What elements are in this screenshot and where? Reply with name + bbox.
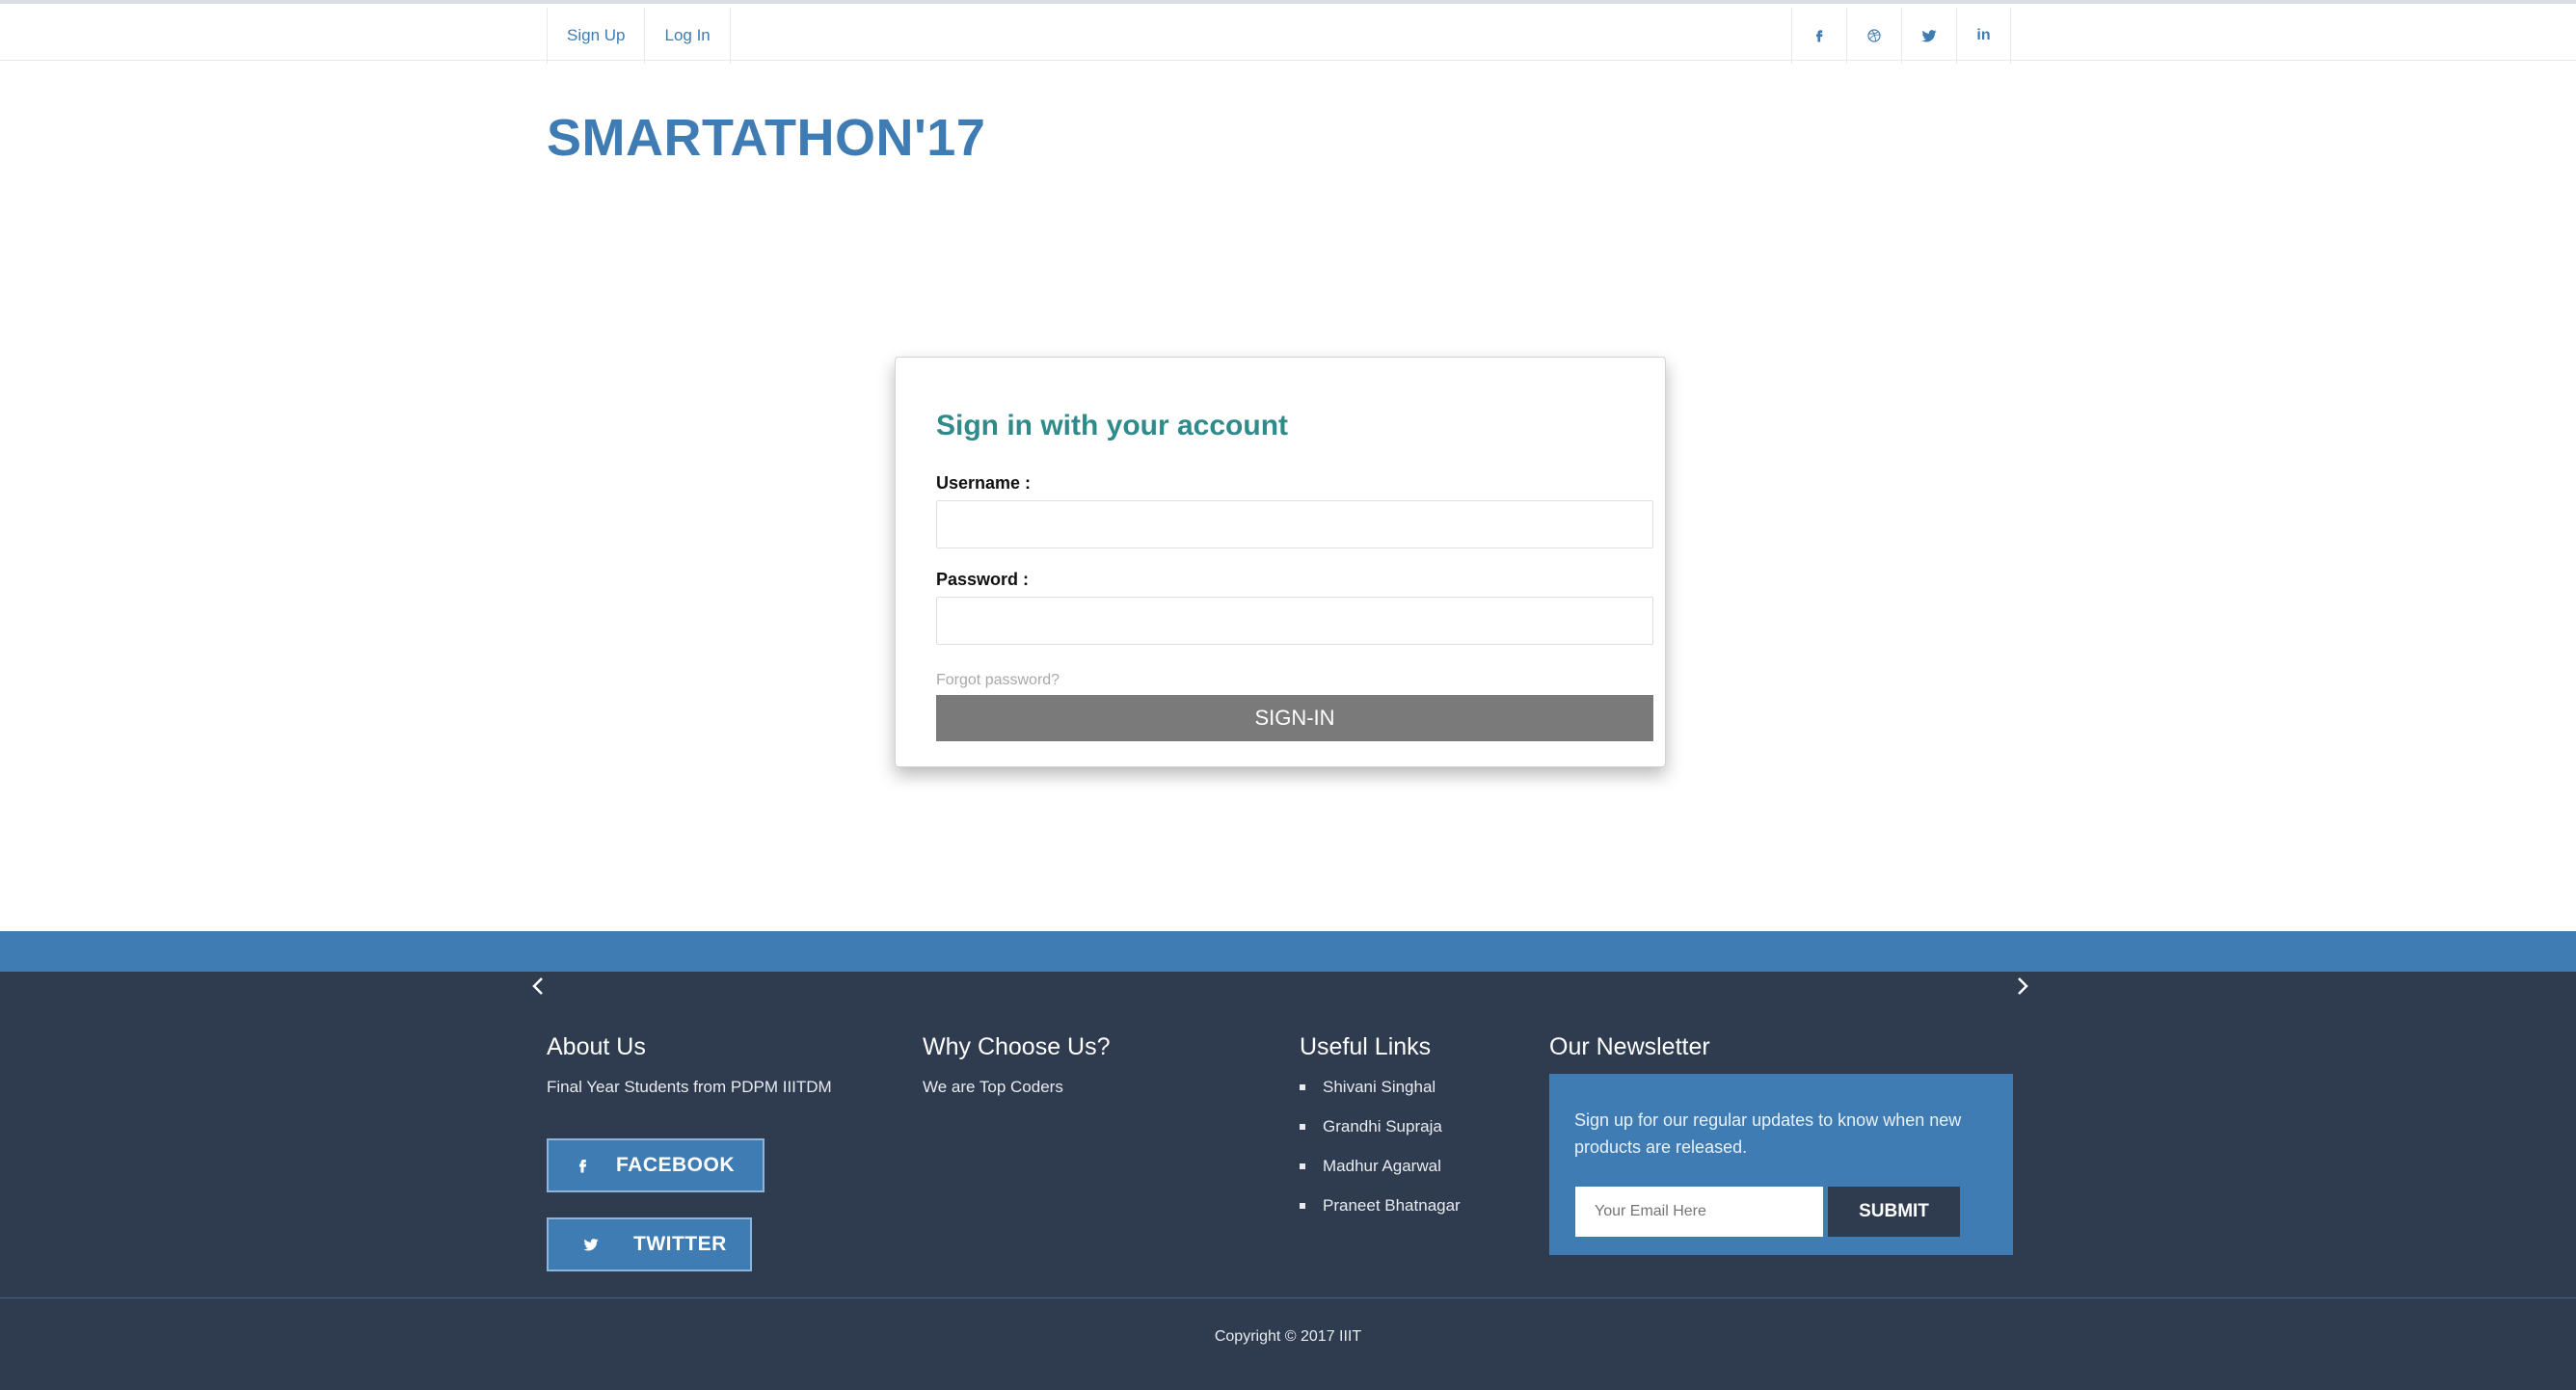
signup-link[interactable]: Sign Up xyxy=(547,8,644,64)
useful-links-list: Shivani Singhal Grandhi Supraja Madhur A… xyxy=(1300,1078,1461,1236)
twitter-button[interactable]: TWITTER xyxy=(547,1217,752,1271)
useful-link[interactable]: Praneet Bhatnagar xyxy=(1300,1196,1461,1236)
facebook-button[interactable]: FACEBOOK xyxy=(547,1138,765,1192)
carousel-prev[interactable] xyxy=(523,972,552,1001)
footer-divider xyxy=(0,1297,2576,1298)
top-nav: Sign Up Log In xyxy=(547,8,731,64)
social-links: in xyxy=(1791,8,2011,64)
why-text: We are Top Coders xyxy=(923,1078,1063,1096)
carousel-next[interactable] xyxy=(2008,972,2037,1001)
facebook-link[interactable] xyxy=(1791,8,1846,64)
twitter-icon xyxy=(1921,30,1937,42)
newsletter-submit-button[interactable]: SUBMIT xyxy=(1828,1187,1960,1237)
facebook-button-label: FACEBOOK xyxy=(616,1154,736,1176)
dribbble-link[interactable] xyxy=(1846,8,1901,64)
newsletter-email-input[interactable] xyxy=(1575,1187,1823,1237)
newsletter-box: Sign up for our regular updates to know … xyxy=(1549,1074,2013,1255)
about-heading: About Us xyxy=(547,1033,646,1060)
blue-band xyxy=(0,931,2576,972)
copyright-text: Copyright © 2017 IIIT xyxy=(1214,1328,1362,1345)
twitter-button-label: TWITTER xyxy=(633,1233,727,1255)
why-heading: Why Choose Us? xyxy=(923,1033,1111,1060)
links-heading: Useful Links xyxy=(1300,1033,1432,1060)
useful-link[interactable]: Madhur Agarwal xyxy=(1300,1157,1461,1196)
newsletter-heading: Our Newsletter xyxy=(1549,1033,1710,1060)
chevron-left-icon xyxy=(532,977,543,995)
forgot-password-link[interactable]: Forgot password? xyxy=(936,672,1060,689)
footer: About Us Final Year Students from PDPM I… xyxy=(0,972,2576,1390)
useful-link[interactable]: Grandhi Supraja xyxy=(1300,1117,1461,1157)
linkedin-icon: in xyxy=(1976,27,1991,43)
username-input[interactable] xyxy=(936,500,1653,548)
twitter-icon xyxy=(583,1239,599,1251)
useful-link[interactable]: Shivani Singhal xyxy=(1300,1078,1461,1117)
site-brand[interactable]: SMARTATHON'17 xyxy=(547,108,985,168)
username-label: Username : xyxy=(936,473,1032,493)
facebook-icon xyxy=(579,1160,587,1173)
login-card: Sign in with your account Username : Pas… xyxy=(895,357,1666,767)
password-label: Password : xyxy=(936,570,1030,589)
about-text: Final Year Students from PDPM IIITDM xyxy=(547,1078,832,1096)
password-input[interactable] xyxy=(936,597,1653,645)
signin-button[interactable]: SIGN-IN xyxy=(936,695,1653,741)
newsletter-text: Sign up for our regular updates to know … xyxy=(1574,1110,1962,1157)
top-bar: Sign Up Log In in xyxy=(0,0,2576,64)
linkedin-link[interactable]: in xyxy=(1956,8,2011,64)
facebook-icon xyxy=(1816,30,1823,42)
twitter-link[interactable] xyxy=(1901,8,1956,64)
login-link[interactable]: Log In xyxy=(644,8,731,64)
login-title: Sign in with your account xyxy=(936,410,1289,441)
dribbble-icon xyxy=(1867,29,1881,42)
chevron-right-icon xyxy=(2018,977,2028,995)
